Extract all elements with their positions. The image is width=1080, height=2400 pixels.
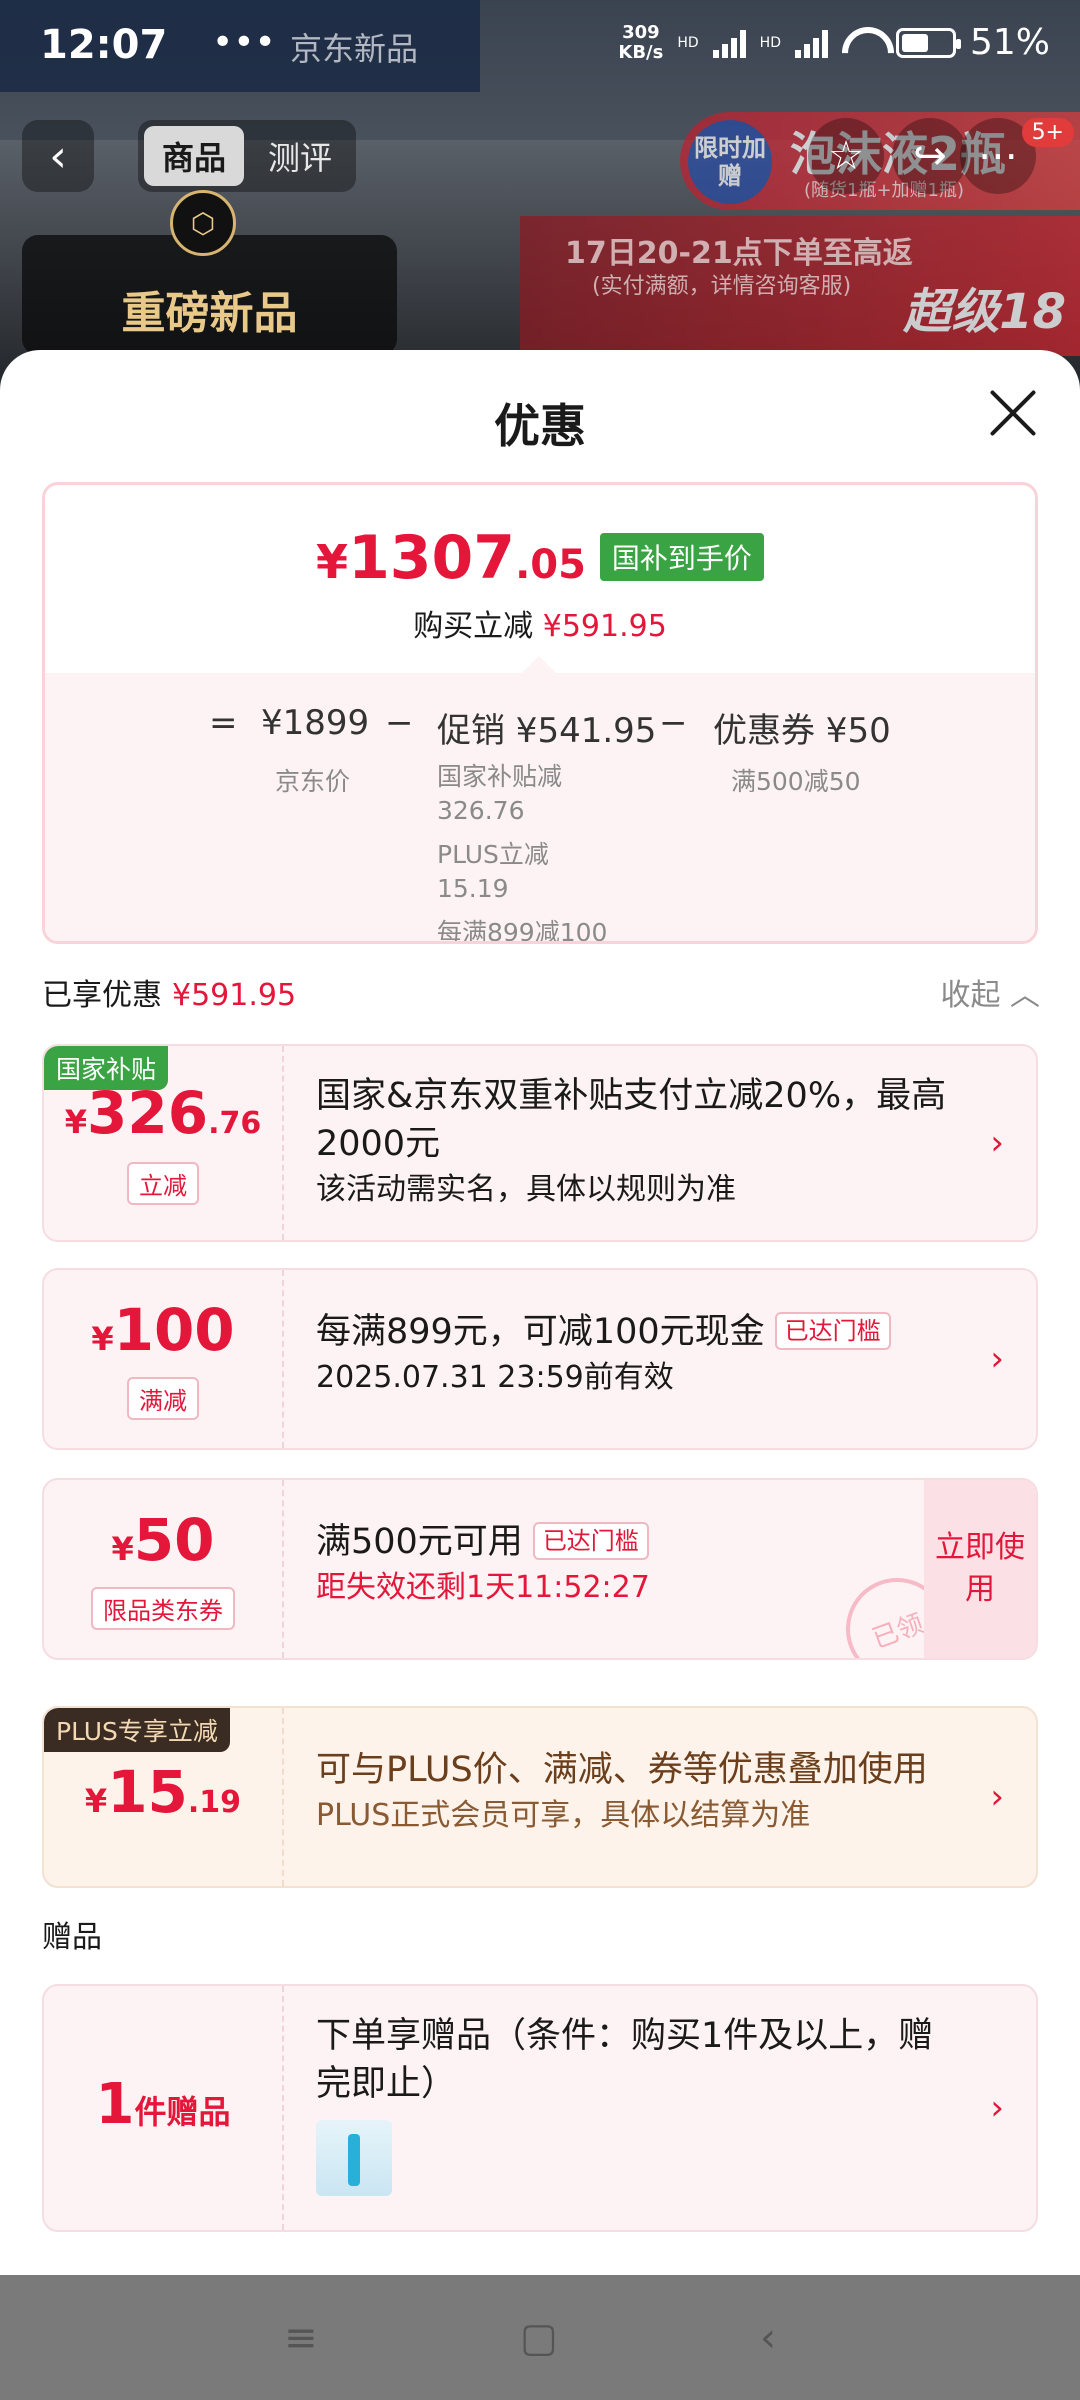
rebate-subtitle: (实付满额，详情咨询客服)	[592, 274, 852, 299]
wifi-icon	[842, 27, 882, 59]
coupon-total: 优惠券 ¥50	[713, 711, 891, 751]
tab-product[interactable]: 商品	[144, 126, 244, 186]
discount-title: 每满899元，可减100元现金 已达门槛	[316, 1308, 956, 1356]
gift-body: 下单享赠品（条件：购买1件及以上，赠完即止）	[316, 2012, 956, 2196]
more-dots-icon: •••	[212, 22, 276, 63]
system-nav-bar: ≡ ▢ ‹	[0, 2275, 1080, 2400]
chevron-up-icon: ︿	[1010, 978, 1040, 1013]
gift-section-title: 赠品	[42, 1920, 102, 1955]
promo-badge: 限时加赠	[688, 120, 772, 204]
signal-icon-2	[794, 28, 828, 58]
menu-icon[interactable]: ≡	[284, 2315, 318, 2361]
use-now-button[interactable]: 立即使用	[924, 1480, 1036, 1658]
chevron-right-icon[interactable]: ›	[990, 1339, 1004, 1379]
back-icon[interactable]: ‹	[22, 120, 94, 192]
discount-amount: ¥326.76 立减	[44, 1046, 284, 1240]
discount-sheet: 优惠 ¥1307.05 国补到手价 购买立减 ¥591.95 = ¥1899 −…	[0, 350, 1080, 2275]
chevron-right-icon[interactable]: ›	[990, 2088, 1004, 2128]
rebate-banner: 17日20-21点下单至高返 (实付满额，详情咨询客服) 超级18	[520, 216, 1080, 356]
base-price-label: 京东价	[275, 767, 351, 796]
coupon-item: 满500减50	[731, 767, 861, 796]
threshold-reached-tag: 已达门槛	[532, 1522, 649, 1560]
status-brand: 京东新品	[290, 30, 419, 68]
cart-badge: 5+	[1021, 118, 1074, 147]
net-speed: 309 KB/s	[618, 21, 664, 63]
favorite-star-icon[interactable]: ☆	[808, 118, 884, 194]
promo-total: 促销 ¥541.95	[437, 711, 657, 751]
gift-product-image	[316, 2120, 392, 2196]
discount-amount: ¥100 满减	[44, 1270, 284, 1448]
reduce-value: ¥591.95	[542, 609, 667, 644]
discount-title: 满500元可用 已达门槛	[316, 1518, 956, 1566]
discount-title: 可与PLUS价、满减、券等优惠叠加使用	[316, 1750, 928, 1790]
minus-sign-2: −	[659, 703, 688, 743]
collapse-button[interactable]: 收起 ︿	[940, 970, 1040, 1014]
minus-sign-1: −	[385, 703, 414, 743]
gift-title: 下单享赠品（条件：购买1件及以上，赠完即止）	[316, 2016, 934, 2104]
sheet-title: 优惠	[494, 399, 586, 453]
gift-count: 1件赠品	[44, 1986, 284, 2230]
discount-kind: 满减	[127, 1377, 199, 1420]
reduce-row: 购买立减 ¥591.95	[413, 609, 667, 644]
base-price: ¥1899	[261, 703, 370, 743]
discount-kind: 立减	[127, 1162, 199, 1205]
close-icon[interactable]	[988, 388, 1038, 438]
battery-icon	[895, 27, 961, 58]
enjoyed-discount-header: 已享优惠 ¥591.95	[42, 978, 297, 1013]
discount-amount: ¥50 限品类东券	[44, 1480, 284, 1658]
threshold-reached-tag: 已达门槛	[774, 1312, 891, 1350]
discount-title: 国家&京东双重补贴支付立减20%，最高2000元	[316, 1076, 947, 1164]
discount-card-plus[interactable]: PLUS专享立减 ¥15.19 可与PLUS价、满减、券等优惠叠加使用 PLUS…	[42, 1706, 1038, 1888]
discount-desc: 该活动需实名，具体以规则为准	[316, 1172, 736, 1207]
discount-card-coupon[interactable]: ¥50 限品类东券 满500元可用 已达门槛 距失效还剩1天11:52:27 已领…	[42, 1478, 1038, 1660]
discount-body: 可与PLUS价、满减、券等优惠叠加使用 PLUS正式会员可享，具体以结算为准	[316, 1746, 956, 1838]
promo-items: 国家补贴减 326.76 PLUS立减15.19 每满899减100	[437, 762, 608, 944]
share-icon[interactable]: ↪	[892, 118, 968, 194]
discount-desc: PLUS正式会员可享，具体以结算为准	[316, 1798, 811, 1833]
final-price: ¥1307.05	[316, 523, 586, 593]
signal-icon	[712, 28, 746, 58]
subsidy-price-tag: 国补到手价	[599, 533, 764, 581]
back-nav-icon[interactable]: ‹	[760, 2315, 776, 2361]
equals-sign: =	[209, 703, 238, 743]
home-icon[interactable]: ▢	[520, 2315, 558, 2361]
discount-card-subsidy[interactable]: 国家补贴 ¥326.76 立减 国家&京东双重补贴支付立减20%，最高2000元…	[42, 1044, 1038, 1242]
status-time: 12:07	[40, 22, 168, 68]
tab-review[interactable]: 测评	[250, 126, 350, 186]
battery-percent: 51%	[969, 22, 1050, 63]
price-summary-card: ¥1307.05 国补到手价 购买立减 ¥591.95 = ¥1899 − 促销…	[42, 482, 1038, 944]
new-product-logo-icon: ⬡	[170, 190, 236, 256]
rebate-title: 17日20-21点下单至高返	[565, 236, 913, 271]
price-calculation: = ¥1899 − 促销 ¥541.95 − 优惠券 ¥50	[45, 703, 1035, 763]
enjoyed-value: ¥591.95	[172, 978, 297, 1013]
product-tabs: 商品 测评	[138, 120, 356, 192]
chevron-right-icon[interactable]: ›	[990, 1123, 1004, 1163]
discount-body: 国家&京东双重补贴支付立减20%，最高2000元 该活动需实名，具体以规则为准	[316, 1072, 956, 1212]
rebate-big-text: 超级18	[903, 284, 1066, 340]
discount-card-full-reduction[interactable]: ¥100 满减 每满899元，可减100元现金 已达门槛 2025.07.31 2…	[42, 1268, 1038, 1450]
hd2-label: HD	[759, 34, 781, 51]
discount-kind: 限品类东券	[91, 1587, 235, 1630]
status-bar: 12:07 ••• 京东新品 309 KB/s HD HD 51%	[0, 0, 1080, 92]
discount-expiry: 2025.07.31 23:59前有效	[316, 1360, 674, 1395]
final-price-row: ¥1307.05 国补到手价	[45, 523, 1035, 593]
hd1-label: HD	[677, 34, 699, 51]
discount-body: 每满899元，可减100元现金 已达门槛 2025.07.31 23:59前有效	[316, 1308, 956, 1400]
gift-card[interactable]: 1件赠品 下单享赠品（条件：购买1件及以上，赠完即止） ›	[42, 1984, 1038, 2232]
chevron-right-icon[interactable]: ›	[990, 1777, 1004, 1817]
discount-amount: ¥15.19	[44, 1708, 284, 1886]
